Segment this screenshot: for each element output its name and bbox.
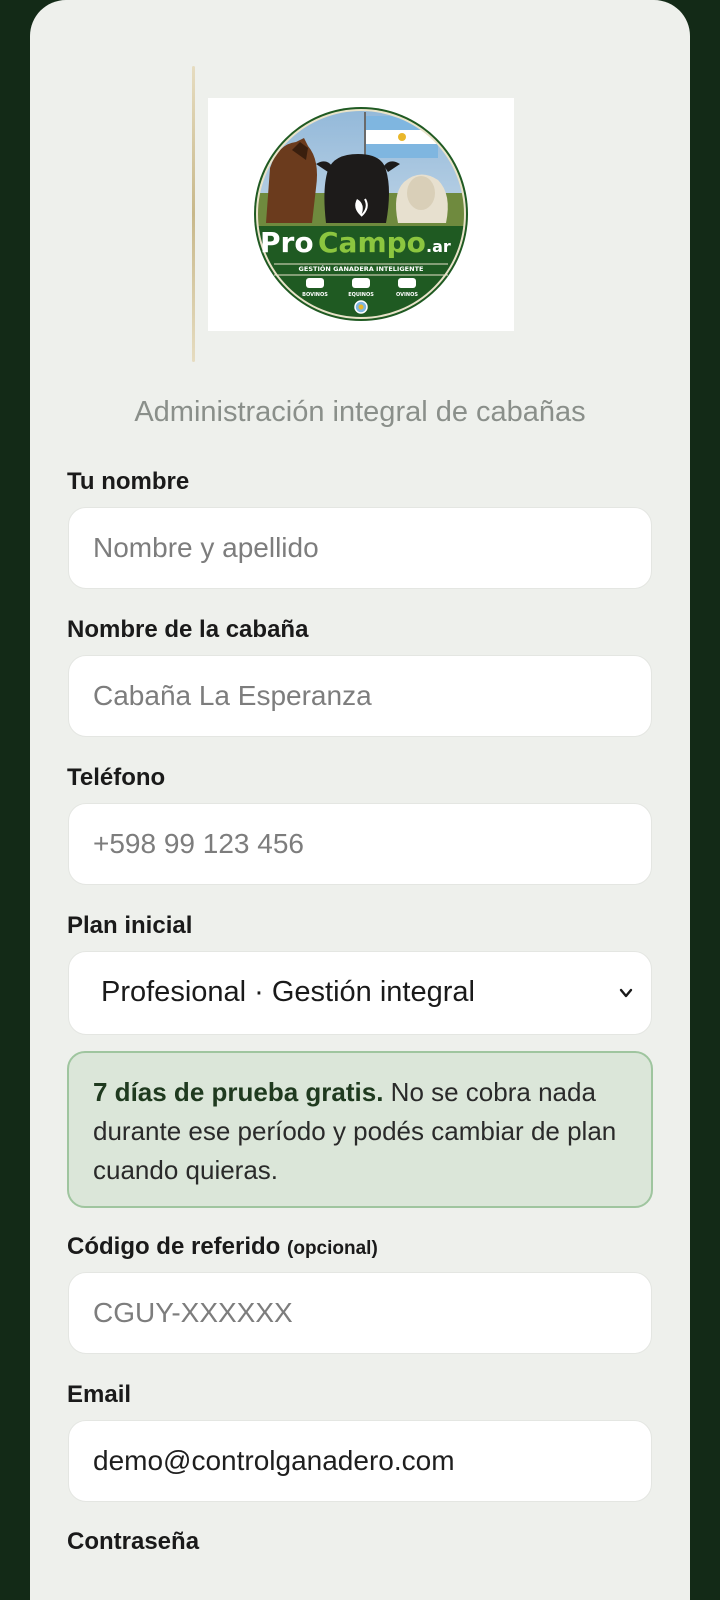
referral-label-text: Código de referido [67,1233,281,1260]
logo-text-campo: Campo [318,226,426,259]
password-label: Contraseña [67,1528,200,1555]
logo-category-ovinos: OVINOS [396,292,418,298]
logo-text-pro: Pro [260,226,314,259]
email-input[interactable] [68,1420,652,1502]
procampo-logo-icon: Pro Campo .ar GESTIÓN GANADERA INTELIGEN… [254,107,468,321]
brand-logo: Pro Campo .ar GESTIÓN GANADERA INTELIGEN… [208,98,514,331]
cabin-name-label: Nombre de la cabaña [67,616,309,643]
referral-code-input[interactable] [68,1272,652,1354]
phone-input[interactable] [68,803,652,885]
logo-text-ar: .ar [426,237,451,256]
trial-notice: 7 días de prueba gratis. No se cobra nad… [67,1051,653,1208]
plan-selected-value: Profesional · Gestión integral [101,976,475,1008]
logo-category-bovinos: BOVINOS [302,292,328,298]
plan-label: Plan inicial [67,912,193,939]
email-label: Email [67,1381,132,1408]
decorative-divider [192,66,195,362]
cabin-name-input[interactable] [68,655,652,737]
name-label: Tu nombre [67,468,190,495]
page-subtitle: Administración integral de cabañas [134,396,586,428]
name-input[interactable] [68,507,652,589]
referral-label: Código de referido (opcional) [67,1233,378,1261]
plan-select[interactable]: Profesional · Gestión integral [68,951,652,1035]
logo-tagline: GESTIÓN GANADERA INTELIGENTE [299,264,424,273]
referral-optional-text: (opcional) [287,1238,378,1259]
logo-category-equinos: EQUINOS [348,292,374,298]
trial-notice-bold: 7 días de prueba gratis. [93,1077,384,1107]
chevron-down-icon [619,988,633,998]
phone-label: Teléfono [67,764,166,791]
